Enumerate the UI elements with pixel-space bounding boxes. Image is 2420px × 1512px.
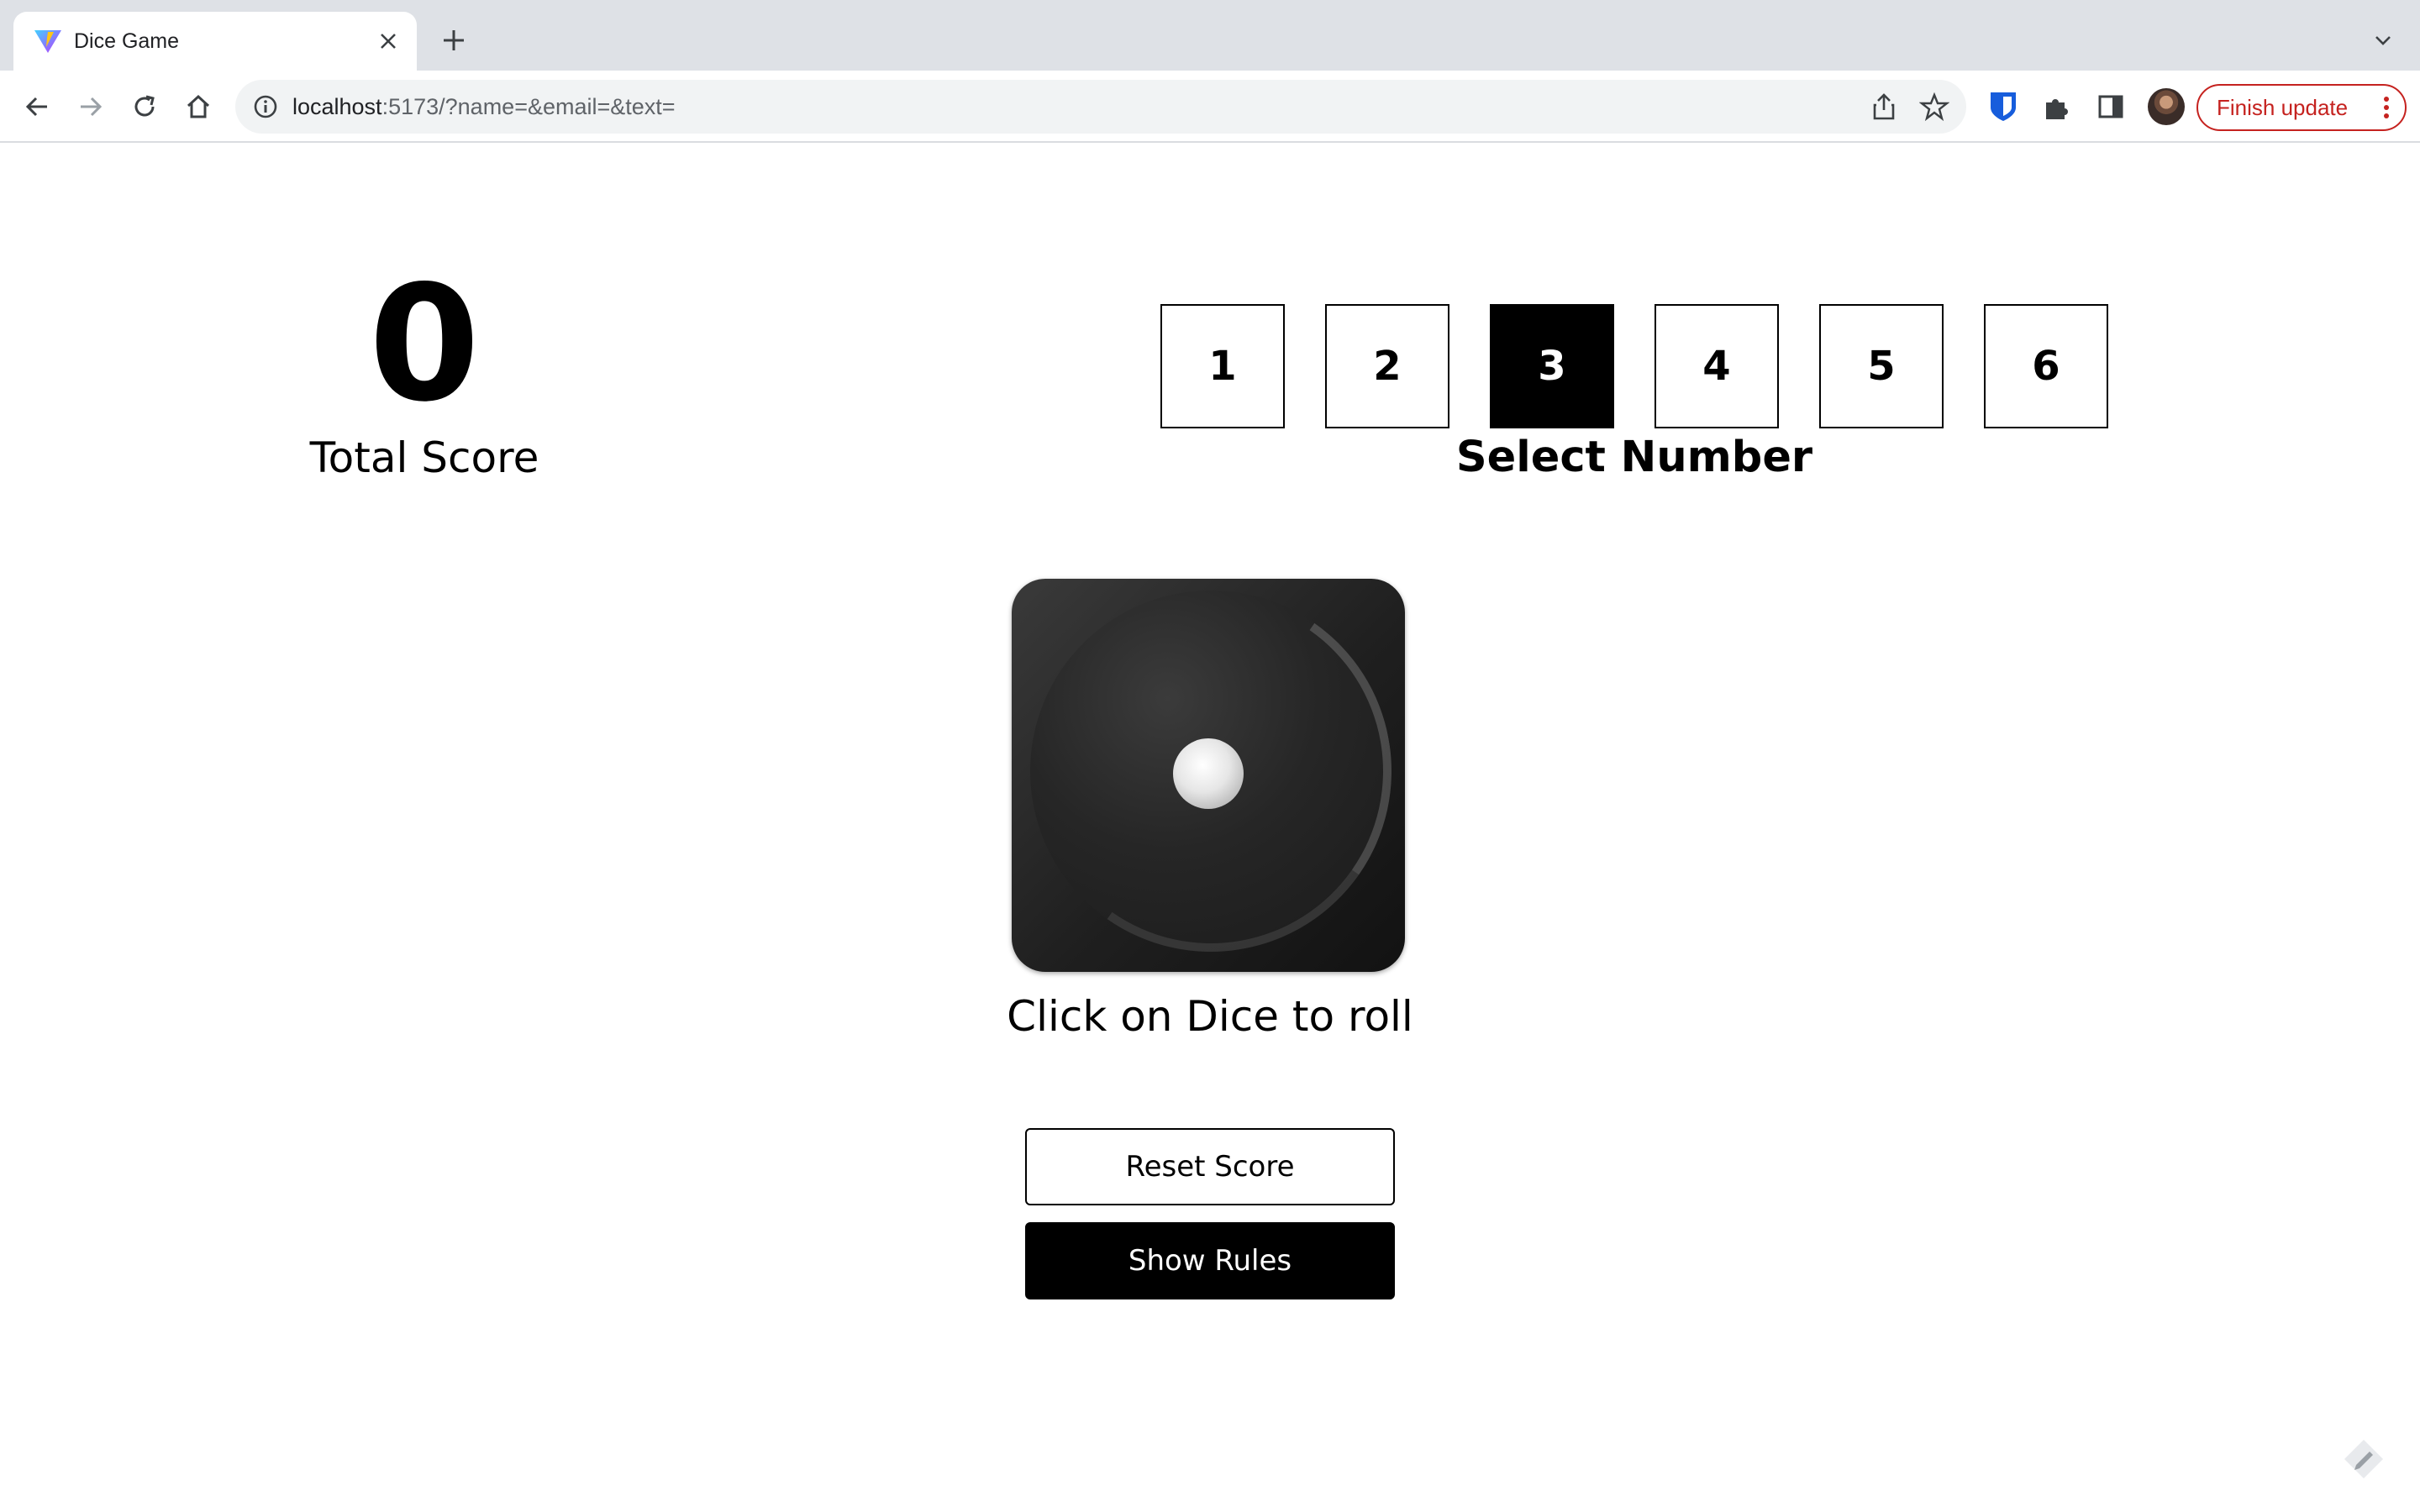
back-icon[interactable] [17, 87, 57, 127]
address-bar[interactable]: localhost:5173/?name=&email=&text= [235, 80, 1966, 134]
tab-dice-game[interactable]: Dice Game [13, 12, 417, 71]
vite-favicon-icon [34, 30, 61, 53]
finish-update-label: Finish update [2217, 95, 2349, 120]
dice-pip [1173, 738, 1244, 809]
forward-icon[interactable] [71, 87, 111, 127]
total-score-value: 0 [368, 251, 481, 437]
dice-one[interactable] [1001, 561, 1421, 981]
number-option-2[interactable]: 2 [1325, 304, 1449, 428]
reset-score-button[interactable]: Reset Score [1025, 1128, 1395, 1205]
profile-avatar[interactable] [2148, 88, 2185, 125]
total-score-label: Total Score [309, 433, 539, 482]
side-panel-icon[interactable] [2092, 88, 2129, 125]
share-icon[interactable] [1869, 92, 1899, 122]
url-host: localhost [292, 94, 382, 119]
feedback-pencil-icon[interactable] [2341, 1436, 2386, 1482]
number-option-4[interactable]: 4 [1655, 304, 1779, 428]
number-option-1[interactable]: 1 [1160, 304, 1285, 428]
number-option-5[interactable]: 5 [1819, 304, 1944, 428]
more-vert-icon [2384, 97, 2389, 118]
browser-toolbar: localhost:5173/?name=&email=&text= Finis… [0, 71, 2420, 143]
number-option-6[interactable]: 6 [1984, 304, 2108, 428]
roll-hint-text: Click on Dice to roll [1007, 992, 1413, 1041]
site-info-icon[interactable] [252, 93, 279, 120]
dice-game-page: 0 Total Score 1 2 3 4 5 6 Select Number … [0, 143, 2420, 1512]
home-icon[interactable] [178, 87, 218, 127]
browser-chrome: Dice Game localhost:5173/?name=&email=&t… [0, 0, 2420, 143]
total-score-panel: 0 Total Score [260, 260, 588, 487]
bookmark-star-icon[interactable] [1919, 92, 1949, 122]
url-path: :5173/?name=&email=&text= [381, 94, 676, 119]
reload-icon[interactable] [124, 87, 165, 127]
url-text[interactable]: localhost:5173/?name=&email=&text= [292, 80, 676, 134]
extensions-puzzle-icon[interactable] [2039, 88, 2075, 125]
bitwarden-icon[interactable] [1985, 88, 2022, 125]
finish-update-button[interactable]: Finish update [2196, 84, 2407, 131]
number-option-3[interactable]: 3 [1490, 304, 1614, 428]
tab-strip: Dice Game [0, 0, 2420, 71]
tab-close-icon[interactable] [373, 26, 403, 56]
select-number-label: Select Number [1455, 433, 1813, 482]
tab-title: Dice Game [74, 29, 180, 53]
show-rules-button[interactable]: Show Rules [1025, 1222, 1395, 1299]
tab-search-chevron-icon[interactable] [2370, 27, 2396, 54]
new-tab-icon[interactable] [437, 24, 471, 57]
